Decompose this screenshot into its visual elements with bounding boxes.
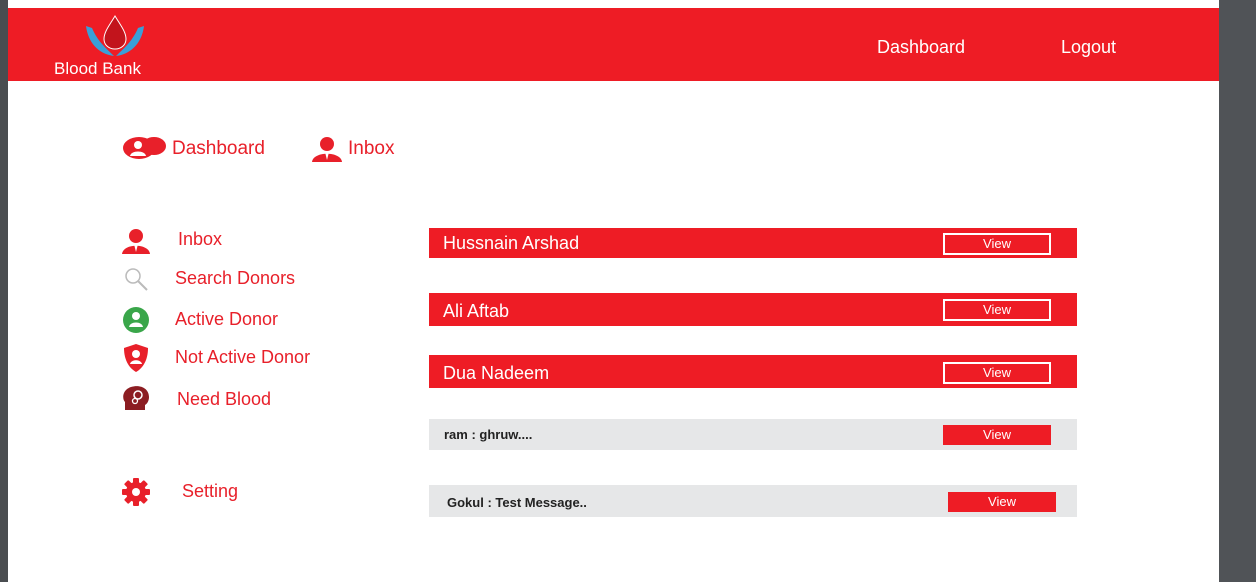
hands-drop-icon — [86, 15, 144, 56]
donor-name: Hussnain Arshad — [443, 233, 580, 253]
right-frame-edge — [1219, 0, 1256, 582]
blood-bank-logo[interactable]: Blood Bank — [54, 14, 174, 80]
view-button[interactable]: View — [943, 299, 1051, 321]
person-icon — [312, 137, 342, 162]
sidebar-item-inbox[interactable]: Inbox — [120, 227, 222, 255]
sidebar-item-label: Inbox — [178, 229, 223, 249]
breadcrumb-dashboard[interactable]: Dashboard — [122, 136, 265, 162]
nav-logout-link[interactable]: Logout — [1061, 37, 1116, 58]
person-icon — [120, 227, 152, 255]
sidebar-item-label: Setting — [182, 481, 239, 501]
logo-text: Blood Bank — [54, 59, 141, 78]
list-item[interactable]: Ali Aftab View — [429, 293, 1077, 326]
breadcrumb-inbox[interactable]: Inbox — [310, 136, 394, 162]
donor-name: Ali Aftab — [443, 301, 510, 321]
breadcrumb-dashboard-label: Dashboard — [172, 138, 265, 159]
shield-user-icon — [120, 344, 152, 372]
search-icon — [120, 266, 152, 294]
list-item[interactable]: Dua Nadeem View — [429, 355, 1077, 388]
head-icon — [120, 384, 152, 412]
message-row[interactable]: Gokul : Test Message.. View — [429, 485, 1077, 517]
sidebar-item-search-donors[interactable]: Search Donors — [120, 266, 295, 294]
sidebar-item-label: Need Blood — [177, 389, 272, 409]
donor-name: Dua Nadeem — [443, 363, 550, 383]
sidebar-item-not-active-donor[interactable]: Not Active Donor — [120, 344, 310, 372]
sidebar-item-need-blood[interactable]: Need Blood — [120, 384, 271, 412]
view-button[interactable]: View — [943, 233, 1051, 255]
active-user-icon — [120, 306, 152, 334]
message-row[interactable]: ram : ghruw.... View — [429, 419, 1077, 450]
view-button[interactable]: View — [948, 492, 1056, 512]
list-item[interactable]: Hussnain Arshad View — [429, 228, 1077, 258]
sidebar-item-setting[interactable]: Setting — [120, 478, 238, 506]
view-button[interactable]: View — [943, 425, 1051, 445]
view-button[interactable]: View — [943, 362, 1051, 384]
breadcrumb-inbox-label: Inbox — [348, 138, 395, 159]
sidebar-item-label: Search Donors — [175, 268, 296, 288]
message-preview: ram : ghruw.... — [444, 427, 533, 442]
nav-dashboard-link[interactable]: Dashboard — [877, 37, 965, 58]
message-preview: Gokul : Test Message.. — [447, 495, 587, 510]
top-header: Blood Bank Dashboard Logout — [8, 8, 1219, 81]
chat-users-icon — [123, 137, 166, 159]
left-frame-edge — [0, 0, 8, 582]
sidebar-item-label: Active Donor — [175, 309, 279, 329]
sidebar-item-label: Not Active Donor — [175, 347, 311, 367]
sidebar-item-active-donor[interactable]: Active Donor — [120, 306, 278, 334]
gear-icon — [120, 478, 152, 506]
